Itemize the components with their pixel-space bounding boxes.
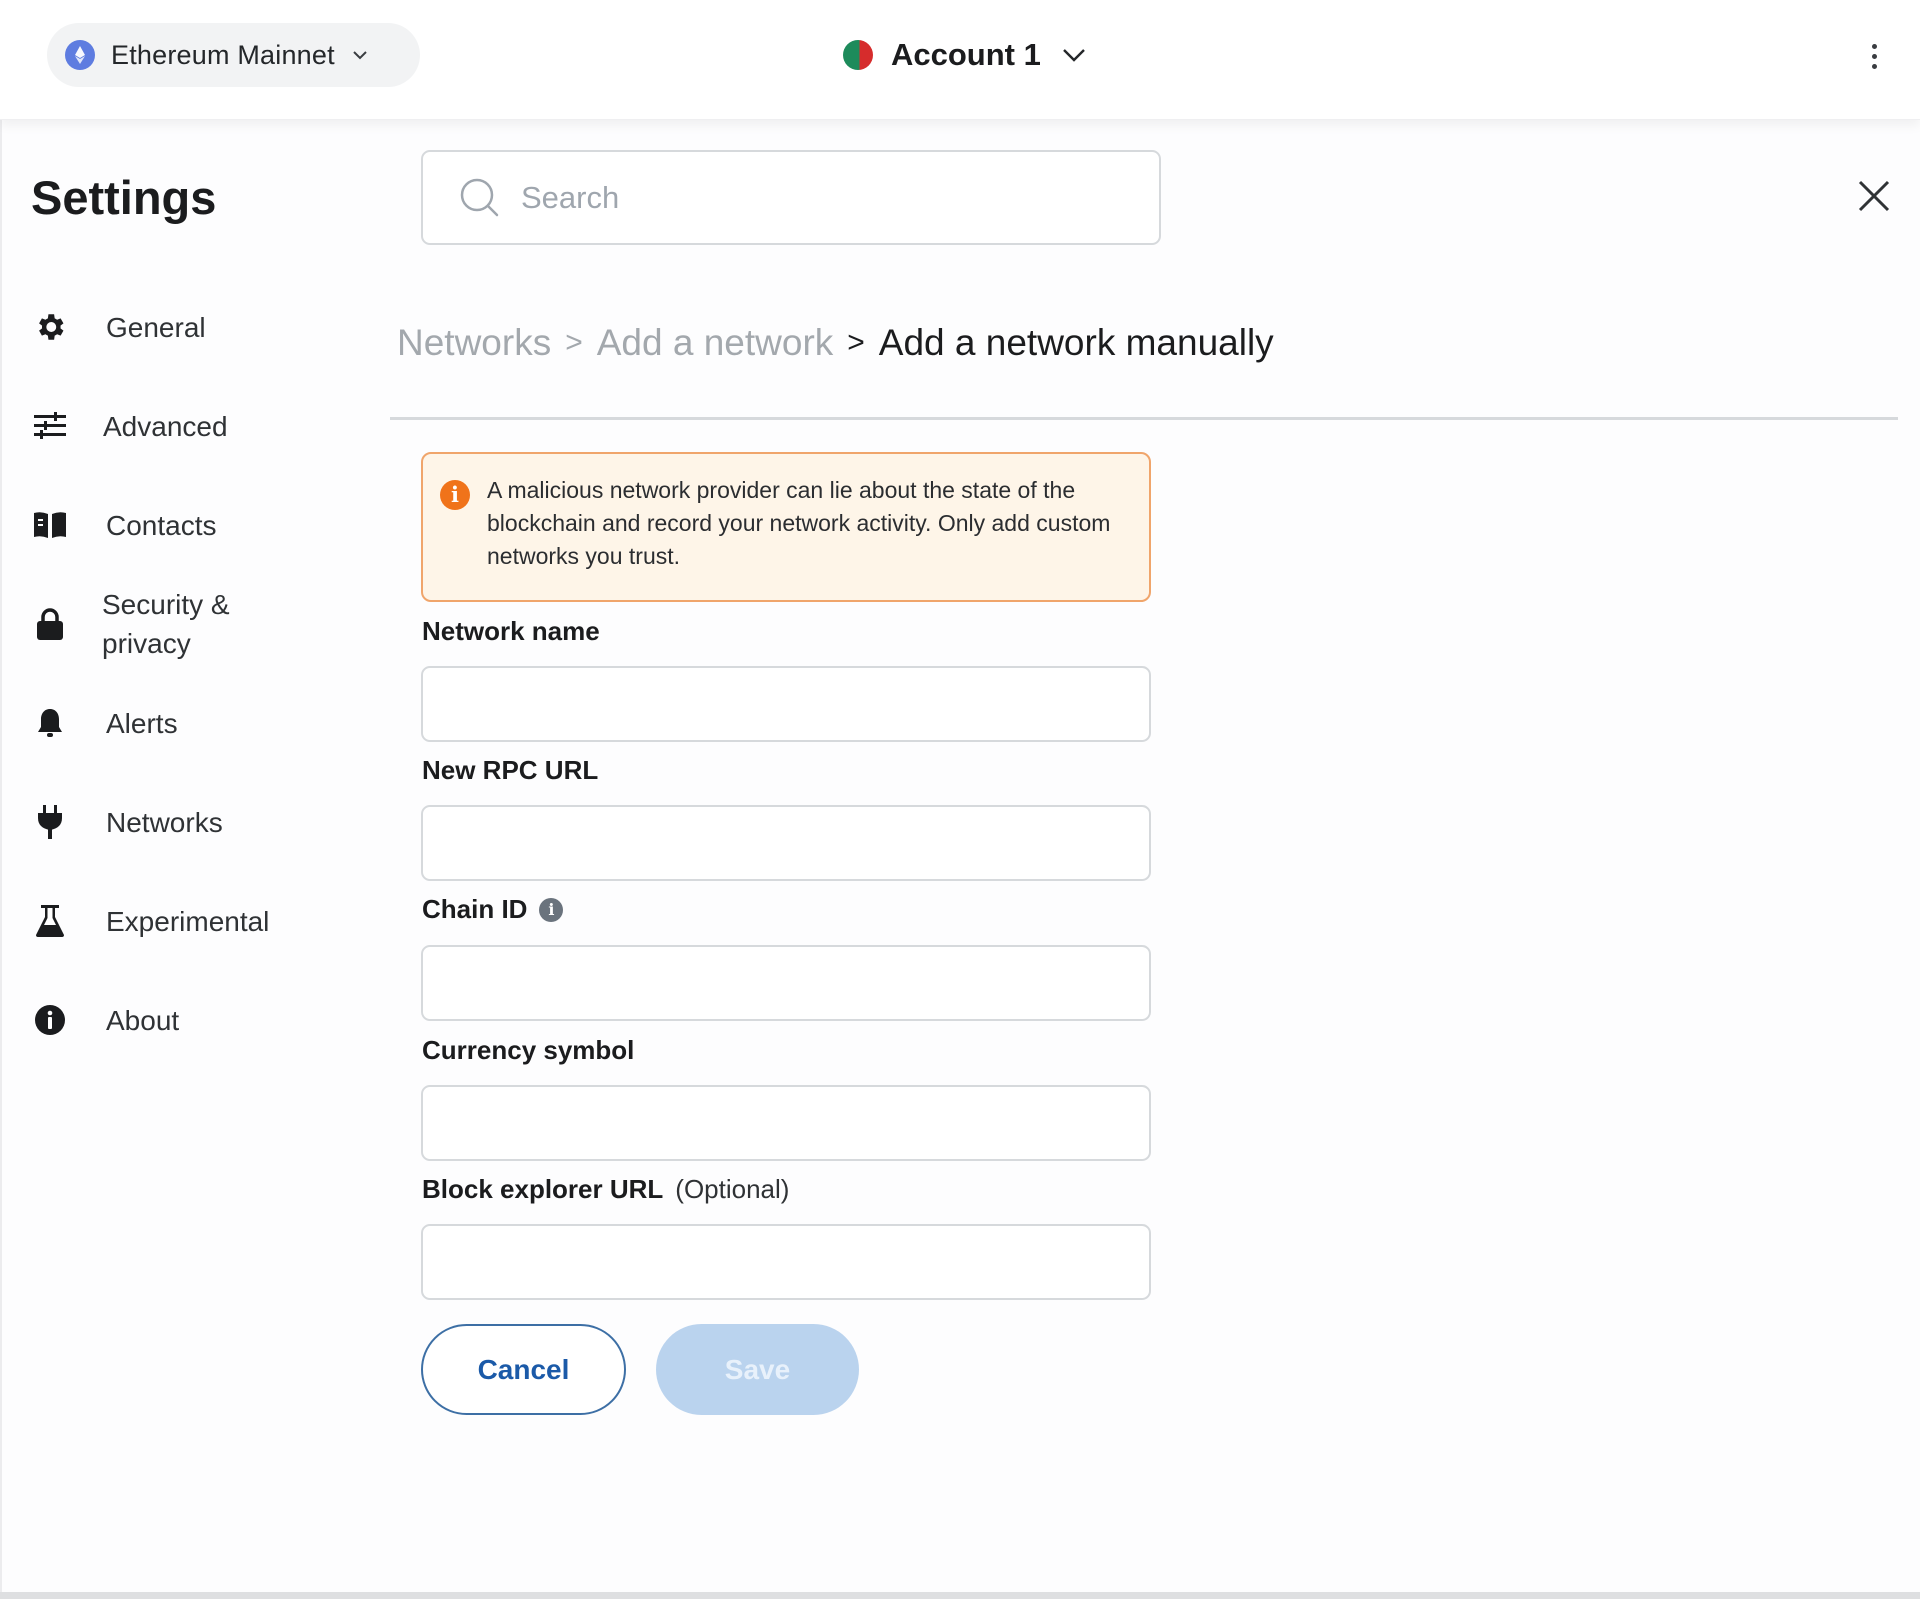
breadcrumb-add-network[interactable]: Add a network (597, 322, 834, 364)
warning-banner: i A malicious network provider can lie a… (421, 452, 1151, 602)
breadcrumb: Networks > Add a network > Add a network… (397, 322, 1274, 364)
sidebar-item-label: General (106, 311, 206, 343)
kebab-menu-icon[interactable] (1860, 36, 1888, 76)
account-name: Account 1 (891, 37, 1041, 72)
search-icon (460, 178, 499, 216)
ethereum-icon (65, 40, 95, 70)
chain-id-label: Chain ID i (422, 894, 564, 925)
sidebar-item-general[interactable]: General (30, 307, 206, 347)
sidebar-item-about[interactable]: About (30, 1000, 179, 1040)
breadcrumb-current: Add a network manually (878, 322, 1274, 363)
block-explorer-label: Block explorer URL (Optional) (422, 1174, 789, 1205)
breadcrumb-separator: > (847, 326, 865, 359)
divider (390, 417, 1898, 420)
gear-icon (30, 307, 70, 347)
cancel-button[interactable]: Cancel (421, 1324, 626, 1415)
lock-icon (30, 604, 70, 644)
network-name: Ethereum Mainnet (111, 39, 335, 70)
sidebar-item-label: Networks (106, 806, 223, 838)
window-edge (0, 0, 2, 1599)
rpc-url-input[interactable] (421, 805, 1151, 881)
search-input[interactable] (521, 179, 1121, 216)
sidebar-item-experimental[interactable]: Experimental (30, 901, 269, 941)
search-field[interactable] (421, 150, 1161, 245)
label-text: Network name (422, 616, 600, 646)
top-bar: Ethereum Mainnet Account 1 (0, 0, 1920, 120)
account-selector[interactable]: Account 1 (843, 27, 1087, 83)
info-icon[interactable]: i (539, 897, 564, 922)
chevron-down-icon (1063, 49, 1085, 62)
sidebar-item-label: Security & privacy (102, 585, 230, 663)
network-name-input[interactable] (421, 666, 1151, 742)
page-title: Settings (31, 171, 217, 224)
label-text: Currency symbol (422, 1035, 635, 1065)
breadcrumb-separator: > (565, 326, 583, 359)
breadcrumb-networks[interactable]: Networks (397, 322, 551, 364)
label-line-1: Security & (102, 589, 230, 620)
sidebar-item-label: About (106, 1004, 180, 1036)
window-bottom-edge (0, 1592, 1920, 1599)
label-text: New RPC URL (422, 755, 599, 785)
currency-symbol-label: Currency symbol (422, 1035, 634, 1066)
block-explorer-input[interactable] (421, 1224, 1151, 1300)
plug-icon (30, 802, 70, 842)
sidebar-item-alerts[interactable]: Alerts (30, 703, 178, 743)
label-text: Block explorer URL (422, 1174, 664, 1204)
sidebar-item-label: Experimental (106, 905, 270, 937)
sidebar-item-contacts[interactable]: Contacts (30, 505, 217, 545)
warning-text: A malicious network provider can lie abo… (487, 477, 1111, 569)
label-text: Chain ID (422, 894, 528, 924)
chevron-down-icon (353, 51, 367, 60)
bell-icon (30, 703, 70, 743)
optional-tag: (Optional) (675, 1174, 790, 1204)
label-line-2: privacy (102, 628, 191, 659)
sidebar-item-label: Alerts (106, 707, 178, 739)
info-icon (30, 1000, 70, 1040)
sidebar-item-security-privacy[interactable]: Security & privacy (30, 585, 230, 663)
network-name-label: Network name (422, 616, 600, 647)
close-icon[interactable] (1856, 178, 1892, 214)
account-avatar (843, 40, 873, 70)
chain-id-input[interactable] (421, 945, 1151, 1021)
save-button[interactable]: Save (656, 1324, 859, 1415)
book-icon (30, 505, 70, 545)
warning-icon: i (440, 480, 470, 510)
sidebar-item-label: Contacts (106, 509, 217, 541)
flask-icon (30, 901, 70, 941)
currency-symbol-input[interactable] (421, 1085, 1151, 1161)
rpc-url-label: New RPC URL (422, 755, 598, 786)
sidebar-item-networks[interactable]: Networks (30, 802, 223, 842)
sliders-icon (30, 406, 70, 446)
sidebar-item-advanced[interactable]: Advanced (30, 406, 228, 446)
sidebar-item-label: Advanced (103, 410, 228, 442)
network-selector[interactable]: Ethereum Mainnet (47, 23, 420, 87)
